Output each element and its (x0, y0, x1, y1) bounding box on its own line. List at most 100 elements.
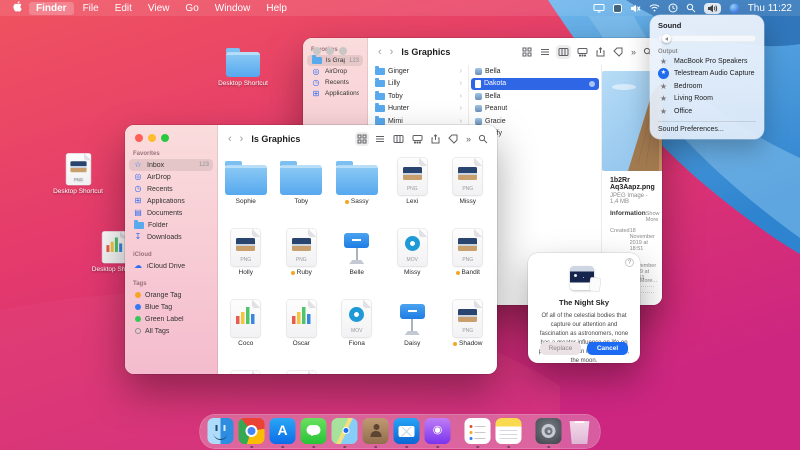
file-item[interactable]: Sophie (218, 153, 274, 224)
control-center-sound-icon[interactable] (703, 2, 721, 14)
file-item[interactable]: Sassy (329, 153, 385, 224)
more-toolbar-icon[interactable]: » (631, 47, 636, 57)
sidebar-item-icloud-drive[interactable]: ☁ iCloud Drive (129, 260, 213, 272)
forward-button[interactable]: › (240, 133, 244, 145)
desktop-icon-folder[interactable]: Desktop Shortcut (217, 48, 269, 88)
file-item[interactable]: MOV Fiona (329, 295, 385, 366)
file-item[interactable]: Toby (274, 153, 330, 224)
finder-window-front[interactable]: Favorites ☆ Inbox 123 ◎ AirDrop ◷ Recent… (125, 125, 497, 374)
grid-view-icon[interactable] (522, 47, 532, 57)
close-button[interactable] (135, 134, 143, 142)
volume-slider-thumb[interactable] (662, 34, 671, 43)
file-item[interactable] (218, 366, 274, 374)
show-more-link[interactable]: Show More (646, 211, 660, 223)
dock-settings-icon[interactable] (535, 418, 562, 448)
dock-app-store-icon[interactable]: A (269, 418, 296, 448)
file-item[interactable]: Belle (329, 224, 385, 295)
zoom-button[interactable] (161, 134, 169, 142)
dock-maps-icon[interactable] (331, 418, 358, 448)
volume-mute-icon[interactable] (630, 4, 641, 13)
back-button[interactable]: ‹ (378, 46, 382, 58)
sound-preferences-link[interactable]: Sound Preferences... (658, 126, 756, 133)
share-icon[interactable] (431, 133, 440, 144)
column-view-icon[interactable] (555, 44, 571, 59)
dock-messages-icon[interactable] (300, 418, 327, 448)
search-icon[interactable] (478, 134, 488, 144)
sidebar-item-orange-tag[interactable]: Orange Tag (129, 289, 213, 301)
column-view-icon[interactable] (393, 134, 404, 144)
file-item[interactable]: PNG Shadow (440, 295, 496, 366)
dock-contacts-icon[interactable] (362, 418, 389, 448)
app-status-icon[interactable] (612, 3, 622, 13)
file-item[interactable]: Daisy (385, 295, 441, 366)
output-device[interactable]: ★ MacBook Pro Speakers (658, 55, 756, 68)
sidebar-item-recents[interactable]: ◷ Recents (129, 183, 213, 195)
sidebar-item-blue-tag[interactable]: Blue Tag (129, 301, 213, 313)
sidebar-item-airdrop[interactable]: ◎ AirDrop (307, 66, 363, 77)
tag-icon[interactable] (448, 134, 458, 144)
gallery-view-icon[interactable] (412, 134, 423, 144)
sidebar-item-ls-graphics[interactable]: ls Graphics 123 (307, 55, 363, 66)
menu-window[interactable]: Window (208, 2, 258, 15)
window-controls[interactable] (313, 47, 347, 55)
close-button[interactable] (313, 47, 321, 55)
desktop-icon-png[interactable]: PNG Desktop Shortcut (52, 148, 104, 196)
dock-reminders-icon[interactable] (464, 418, 491, 448)
tag-icon[interactable] (613, 47, 623, 57)
file-item[interactable]: PNG Lexi (385, 153, 441, 224)
search-icon[interactable] (686, 3, 696, 13)
list-view-icon[interactable] (540, 47, 550, 57)
column-item[interactable]: Bella (471, 65, 599, 78)
clock-status-icon[interactable] (668, 3, 678, 13)
column-item[interactable]: Ginger › (370, 65, 466, 78)
column-item[interactable]: Peanut (471, 103, 599, 116)
dock-podcasts-icon[interactable]: ◉ (424, 418, 451, 448)
file-item[interactable]: PNG Ruby (274, 224, 330, 295)
menu-go[interactable]: Go (178, 2, 205, 15)
file-item[interactable] (329, 366, 385, 374)
column-item[interactable]: Lilly › (370, 78, 466, 91)
dock-mail-icon[interactable] (393, 418, 420, 448)
sidebar-item-applications[interactable]: ⊞ Applications (307, 88, 363, 99)
file-item[interactable] (274, 366, 330, 374)
display-icon[interactable] (593, 3, 605, 13)
dock-chrome-icon[interactable] (238, 418, 265, 448)
grid-view-icon[interactable] (354, 131, 369, 146)
gallery-view-icon[interactable] (577, 47, 588, 57)
output-device[interactable]: ★ Bedroom (658, 80, 756, 93)
share-icon[interactable] (596, 46, 605, 57)
apple-menu[interactable] (8, 0, 27, 16)
menu-clock[interactable]: Thu 11:22 (748, 3, 792, 14)
sidebar-item-all-tags[interactable]: All Tags (129, 325, 213, 337)
back-button[interactable]: ‹ (228, 133, 232, 145)
more-toolbar-icon[interactable]: » (466, 134, 471, 144)
forward-button[interactable]: › (390, 46, 394, 58)
sidebar-item-inbox[interactable]: ☆ Inbox 123 (129, 159, 213, 171)
replace-button[interactable]: Replace (540, 342, 581, 355)
file-item[interactable]: PNG Bandit (440, 224, 496, 295)
sidebar-item-applications[interactable]: ⊞ Applications (129, 195, 213, 207)
column-item[interactable]: Toby › (370, 90, 466, 103)
window-controls[interactable] (135, 134, 169, 142)
volume-slider[interactable] (658, 34, 756, 43)
output-device-selected[interactable]: ★ Telestream Audio Capture (658, 68, 756, 81)
output-device[interactable]: ★ Living Room (658, 93, 756, 106)
file-item[interactable]: Oscar (274, 295, 330, 366)
siri-icon[interactable] (729, 3, 740, 14)
file-item[interactable]: PNG Holly (218, 224, 274, 295)
list-view-icon[interactable] (375, 134, 385, 144)
dock-trash-icon[interactable] (569, 421, 590, 444)
sidebar-item-airdrop[interactable]: ◎ AirDrop (129, 171, 213, 183)
menu-file[interactable]: File (76, 2, 106, 15)
file-item[interactable]: PNG Missy (440, 153, 496, 224)
minimize-button[interactable] (148, 134, 156, 142)
menu-edit[interactable]: Edit (108, 2, 139, 15)
output-device[interactable]: ★ Office (658, 105, 756, 118)
sidebar-item-folder[interactable]: Folder (129, 219, 213, 231)
dock-notes-icon[interactable] (495, 418, 522, 448)
column-item[interactable]: Hunter › (370, 103, 466, 116)
menu-help[interactable]: Help (259, 2, 294, 15)
help-button[interactable]: ? (625, 258, 634, 267)
zoom-button[interactable] (339, 47, 347, 55)
file-item[interactable]: Coco (218, 295, 274, 366)
